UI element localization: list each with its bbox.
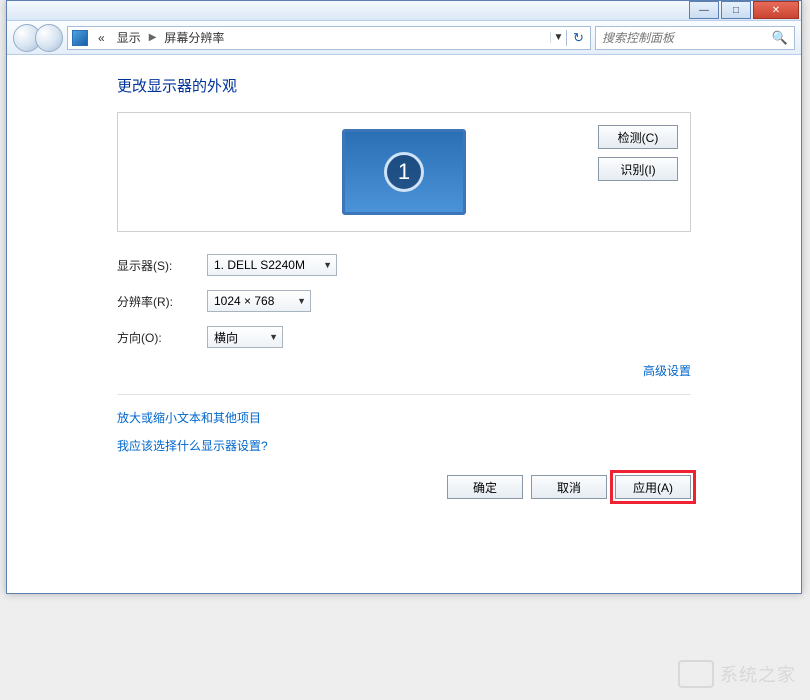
maximize-button[interactable]: □ — [721, 1, 751, 19]
monitor-number-badge: 1 — [384, 152, 424, 192]
divider — [117, 394, 691, 395]
orientation-select-value: 横向 — [214, 329, 238, 346]
search-input[interactable] — [602, 31, 772, 45]
display-label: 显示器(S): — [117, 257, 207, 274]
close-button[interactable]: ✕ — [753, 1, 799, 19]
resolution-row: 分辨率(R): 1024 × 768 ▼ — [117, 290, 691, 312]
chevron-down-icon: ▼ — [323, 260, 332, 270]
chevron-down-icon: ▼ — [269, 332, 278, 342]
close-icon: ✕ — [772, 5, 780, 16]
advanced-settings-link[interactable]: 高级设置 — [643, 364, 691, 378]
minimize-button[interactable]: — — [689, 1, 719, 19]
nav-bar: « 显示 ▶ 屏幕分辨率 ▼ ↻ 🔍 — [7, 21, 801, 55]
advanced-row: 高级设置 — [117, 362, 691, 380]
breadcrumb-display[interactable]: 显示 — [111, 29, 147, 46]
page-title: 更改显示器的外观 — [117, 75, 691, 96]
settings-form: 显示器(S): 1. DELL S2240M ▼ 分辨率(R): 1024 × … — [117, 254, 691, 348]
monitor-preview-panel: 1 检测(C) 识别(I) — [117, 112, 691, 232]
forward-button[interactable] — [35, 24, 63, 52]
orientation-row: 方向(O): 横向 ▼ — [117, 326, 691, 348]
display-select-value: 1. DELL S2240M — [214, 258, 305, 272]
title-bar: — □ ✕ — [7, 1, 801, 21]
watermark-logo-icon — [678, 660, 714, 688]
window-controls: — □ ✕ — [689, 1, 801, 20]
cancel-button[interactable]: 取消 — [531, 475, 607, 499]
apply-button[interactable]: 应用(A) — [615, 475, 691, 499]
watermark: 系统之家 — [678, 660, 796, 688]
text-size-link[interactable]: 放大或缩小文本和其他项目 — [117, 411, 261, 425]
ok-button[interactable]: 确定 — [447, 475, 523, 499]
search-icon: 🔍 — [772, 30, 788, 46]
refresh-icon: ↻ — [573, 30, 584, 46]
orientation-label: 方向(O): — [117, 329, 207, 346]
minimize-icon: — — [699, 5, 709, 16]
display-row: 显示器(S): 1. DELL S2240M ▼ — [117, 254, 691, 276]
resolution-select[interactable]: 1024 × 768 ▼ — [207, 290, 311, 312]
chevron-down-icon: ▼ — [554, 32, 564, 43]
nav-buttons — [13, 24, 63, 52]
footer-buttons: 确定 取消 应用(A) — [117, 475, 691, 499]
search-box[interactable]: 🔍 — [595, 26, 795, 50]
chevron-right-icon: ▶ — [147, 32, 159, 43]
address-dropdown-button[interactable]: ▼ — [550, 32, 566, 43]
breadcrumb-prefix: « — [92, 31, 111, 45]
breadcrumb-resolution[interactable]: 屏幕分辨率 — [158, 29, 230, 46]
address-bar[interactable]: « 显示 ▶ 屏幕分辨率 ▼ ↻ — [67, 26, 591, 50]
display-select[interactable]: 1. DELL S2240M ▼ — [207, 254, 337, 276]
panel-side-buttons: 检测(C) 识别(I) — [598, 125, 678, 181]
main-content: 更改显示器的外观 1 检测(C) 识别(I) 显示器(S): 1. DELL S… — [7, 55, 801, 515]
control-panel-icon — [72, 30, 88, 46]
detect-button[interactable]: 检测(C) — [598, 125, 678, 149]
maximize-icon: □ — [733, 5, 739, 16]
resolution-select-value: 1024 × 768 — [214, 294, 274, 308]
chevron-down-icon: ▼ — [297, 296, 306, 306]
which-monitor-link[interactable]: 我应该选择什么显示器设置? — [117, 439, 268, 453]
refresh-button[interactable]: ↻ — [566, 30, 590, 46]
control-panel-window: — □ ✕ « 显示 ▶ 屏幕分辨率 ▼ ↻ 🔍 更改显示器的外观 — [6, 0, 802, 594]
watermark-text: 系统之家 — [720, 661, 796, 687]
monitor-thumbnail[interactable]: 1 — [342, 129, 466, 215]
identify-button[interactable]: 识别(I) — [598, 157, 678, 181]
resolution-label: 分辨率(R): — [117, 293, 207, 310]
help-links: 放大或缩小文本和其他项目 我应该选择什么显示器设置? — [117, 409, 691, 455]
orientation-select[interactable]: 横向 ▼ — [207, 326, 283, 348]
